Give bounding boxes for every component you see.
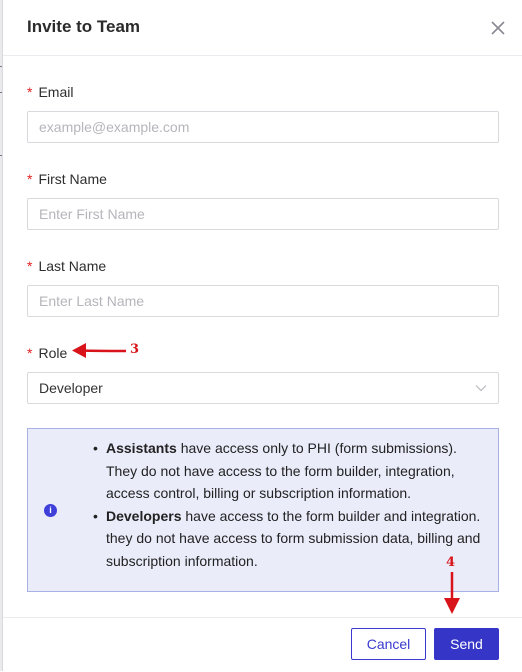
role-annotation-arrow bbox=[79, 349, 127, 353]
send-annotation-arrowhead bbox=[444, 598, 460, 614]
role-annotation-arrowhead bbox=[72, 343, 86, 358]
annotation-number: 4 bbox=[446, 555, 456, 570]
annotation-overlay bbox=[72, 343, 460, 614]
annotation-number: 3 bbox=[130, 342, 140, 357]
